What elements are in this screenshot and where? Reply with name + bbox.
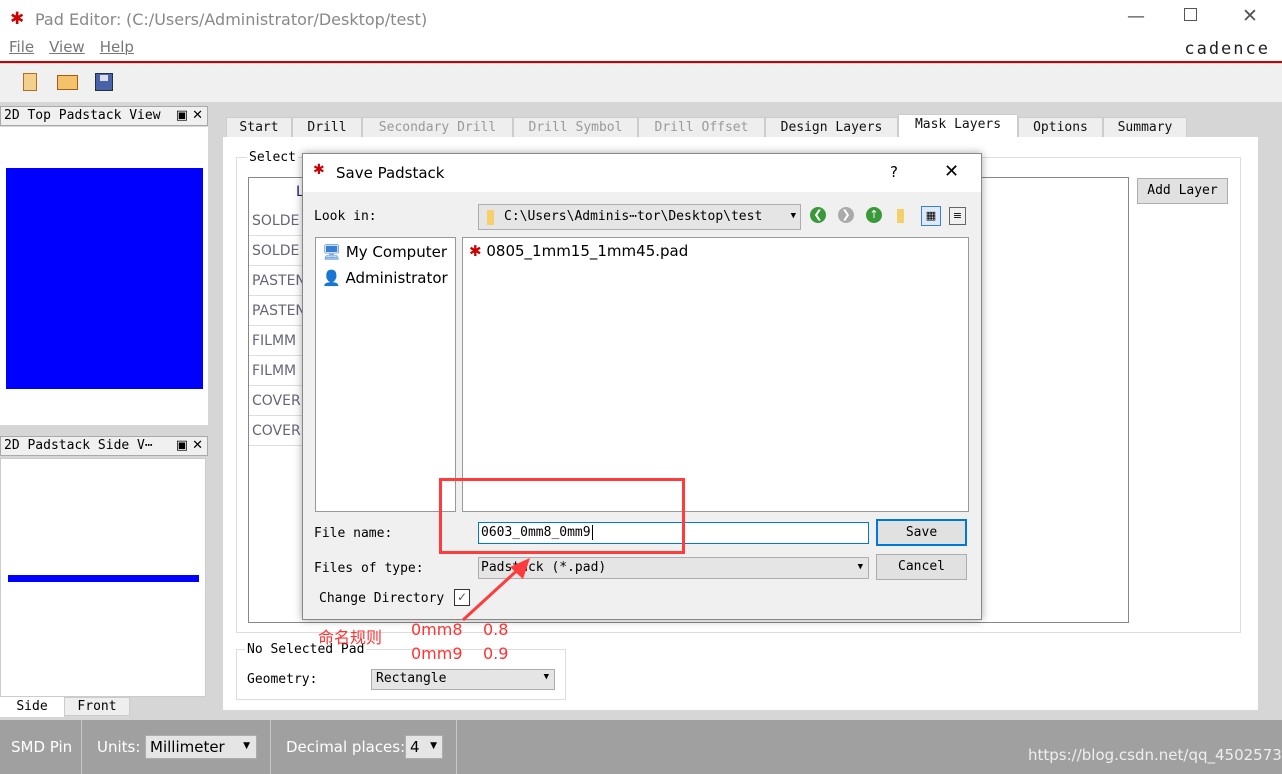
chevron-down-icon: ▼ (430, 741, 437, 751)
save-icon[interactable] (95, 73, 113, 91)
menu-view[interactable]: View (49, 38, 85, 56)
layer-row[interactable]: PASTEN (249, 296, 309, 326)
toolbar (0, 64, 1282, 102)
layer-row[interactable]: FILMM (249, 356, 309, 386)
chevron-down-icon: ▼ (790, 211, 796, 221)
save-button[interactable]: Save (876, 519, 967, 546)
select-group-title: Select (247, 150, 298, 165)
mode-label: SMD Pin (11, 738, 73, 756)
detail-view-icon[interactable]: ≡ (949, 207, 966, 225)
add-layer-button[interactable]: Add Layer (1137, 178, 1228, 204)
title-bar: ✱ Pad Editor: (C:/Users/Administrator/De… (0, 0, 1282, 38)
float-close-icons[interactable]: ▣ ✕ (176, 438, 203, 453)
chevron-down-icon: ▼ (243, 741, 250, 751)
tab-drill-symbol[interactable]: Drill Symbol (513, 117, 638, 138)
tab-drill[interactable]: Drill (292, 117, 362, 138)
float-close-icons[interactable]: ▣ ✕ (176, 108, 203, 123)
top-view-header: 2D Top Padstack View ▣ ✕ (0, 106, 208, 126)
pad-side-bar (8, 575, 199, 582)
open-icon[interactable] (57, 75, 78, 90)
dialog-title-bar: ✱ Save Padstack ? ✕ (303, 154, 981, 192)
file-name-label: File name: (314, 526, 393, 541)
highlight-box (439, 478, 685, 554)
top-view-canvas (0, 127, 208, 425)
help-button[interactable]: ? (890, 163, 898, 181)
cancel-button[interactable]: Cancel (876, 554, 967, 580)
app-logo-icon: ✱ (10, 9, 25, 29)
places-sidebar: 🖥 My Computer 👤 Administrator (315, 237, 456, 512)
tab-side[interactable]: Side (0, 697, 64, 717)
menu-bar: File View Help cadence (0, 38, 1282, 63)
dialog-close-button[interactable]: ✕ (944, 161, 959, 182)
tab-design-layers[interactable]: Design Layers (765, 117, 898, 138)
annotation-rule-value: 0.8 (483, 620, 509, 639)
tab-summary[interactable]: Summary (1103, 117, 1187, 138)
decimal-places-select[interactable]: 4 ▼ (405, 735, 443, 759)
layer-row[interactable]: COVER (249, 386, 309, 416)
look-in-label: Look in: (314, 209, 377, 224)
tab-mask-layers[interactable]: Mask Layers (898, 114, 1018, 138)
chevron-down-icon: ▼ (857, 562, 863, 572)
menu-help[interactable]: Help (100, 38, 134, 56)
chevron-down-icon: ▼ (543, 672, 549, 682)
folder-icon (487, 210, 494, 225)
side-view-header: 2D Padstack Side V⋯ ▣ ✕ (0, 436, 208, 456)
layer-row[interactable]: SOLDE (249, 236, 309, 266)
look-in-select[interactable]: C:\Users\Adminis⋯tor\Desktop\test ▼ (478, 204, 801, 230)
file-list: ✱ 0805_1mm15_1mm45.pad (462, 237, 969, 512)
window-path: (C:/Users/Administrator/Desktop/test) (126, 10, 428, 29)
dialog-title: Save Padstack (336, 164, 445, 182)
tab-drill-offset[interactable]: Drill Offset (638, 117, 765, 138)
forward-icon[interactable]: ❯ (838, 207, 854, 223)
layer-row[interactable]: COVER (249, 416, 309, 446)
files-of-type-label: Files of type: (314, 561, 424, 576)
tab-start[interactable]: Start (226, 117, 292, 138)
back-icon[interactable]: ❮ (810, 207, 826, 223)
file-item[interactable]: ✱ 0805_1mm15_1mm45.pad (469, 242, 688, 260)
new-icon[interactable] (23, 73, 37, 91)
app-logo-icon: ✱ (313, 162, 325, 178)
change-directory-label: Change Directory (319, 591, 445, 606)
place-administrator[interactable]: 👤 Administrator (322, 269, 448, 287)
annotation-rule-code: 0mm8 (411, 620, 463, 639)
watermark: https://blog.csdn.net/qq_45025738 (1028, 746, 1282, 764)
layer-row[interactable]: PASTEN (249, 266, 309, 296)
geometry-select[interactable]: Rectangle ▼ (371, 669, 555, 690)
cadence-logo: cadence (1184, 39, 1270, 59)
maximize-button[interactable] (1184, 8, 1197, 21)
units-select[interactable]: Millimeter ▼ (145, 735, 257, 759)
menu-file[interactable]: File (9, 38, 34, 56)
annotation-rule-value: 0.9 (483, 644, 509, 663)
tab-options[interactable]: Options (1018, 117, 1103, 138)
layer-row[interactable]: FILMM (249, 326, 309, 356)
decimal-places-label: Decimal places: (286, 738, 406, 756)
window-title: Pad Editor: (35, 10, 122, 29)
geometry-label: Geometry: (247, 672, 318, 687)
minimize-button[interactable]: — (1127, 6, 1145, 27)
tab-front[interactable]: Front (64, 697, 130, 716)
side-view-canvas (0, 458, 206, 697)
pad-shape (6, 168, 203, 389)
place-my-computer[interactable]: 🖥 My Computer (322, 243, 447, 261)
tab-secondary-drill[interactable]: Secondary Drill (362, 117, 513, 138)
units-label: Units: (97, 738, 141, 756)
computer-icon: 🖥 (322, 243, 342, 261)
layer-row[interactable]: SOLDE (249, 206, 309, 236)
arrow-annotation (461, 558, 530, 622)
user-folder-icon: 👤 (322, 269, 341, 287)
pad-file-icon: ✱ (469, 242, 482, 260)
new-folder-icon[interactable] (897, 209, 904, 223)
close-button[interactable]: ✕ (1242, 5, 1258, 27)
annotation-rule-code: 0mm9 (411, 644, 463, 663)
up-icon[interactable]: ↑ (866, 207, 882, 223)
status-bar: SMD Pin Units: Millimeter ▼ Decimal place… (0, 720, 1282, 774)
annotation-title: 命名规则 (318, 628, 383, 647)
list-view-icon[interactable]: ▦ (921, 206, 941, 226)
